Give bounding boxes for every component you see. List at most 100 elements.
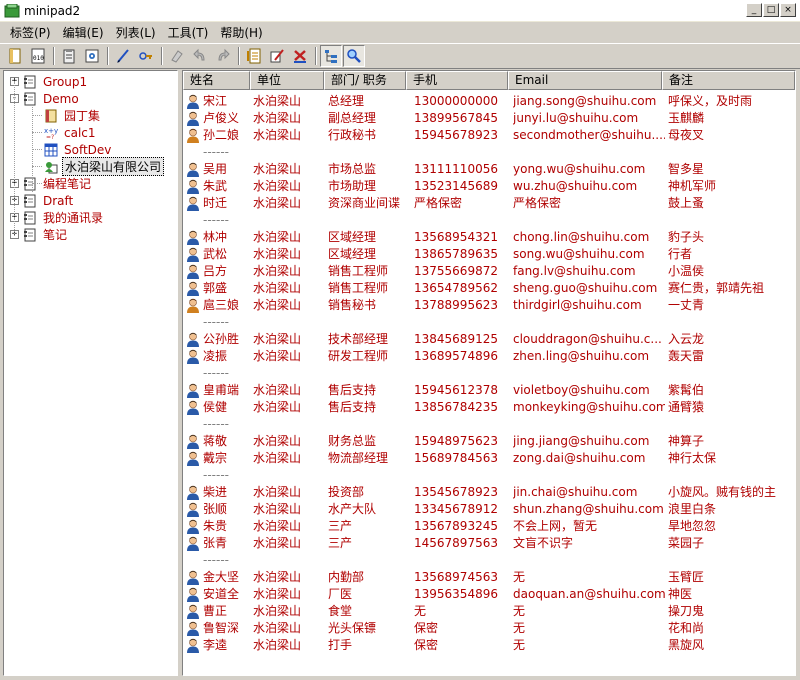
tree-node[interactable]: - Demo — [10, 90, 81, 107]
clipboard-button[interactable] — [58, 45, 80, 67]
table-row[interactable]: 皇甫端 水泊梁山 售后支持 15945612378 violetboy@shuihu.c… — [183, 382, 795, 399]
undo-button[interactable] — [189, 45, 211, 67]
table-row[interactable]: 曹正 水泊梁山 食堂 无 无 操刀鬼 — [183, 603, 795, 620]
tree-node[interactable]: 水泊梁山有限公司 — [44, 157, 165, 176]
pen-button[interactable] — [112, 45, 134, 67]
tree-node[interactable]: x+y =? calc1 — [44, 124, 98, 141]
table-row[interactable]: 鲁智深 水泊梁山 光头保镖 保密 无 花和尚 — [183, 620, 795, 637]
search-button[interactable] — [343, 45, 365, 67]
table-row[interactable]: 凌振 水泊梁山 研发工程师 13689574896 zhen.ling@shuihu.c… — [183, 348, 795, 365]
cell-note: 神行太保 — [668, 451, 717, 465]
cell-name: 张青 — [203, 536, 228, 550]
cell-email: 无 — [513, 638, 526, 652]
separator-text: ------ — [203, 417, 229, 431]
tree-node[interactable]: 园丁集 — [44, 107, 102, 124]
properties-button[interactable]: 010 — [27, 45, 49, 67]
settings-button[interactable] — [81, 45, 103, 67]
separator-text: ------ — [203, 366, 229, 380]
tree-node[interactable]: + 笔记 — [10, 226, 69, 243]
cell-dept: 总经理 — [328, 94, 365, 108]
column-header-email[interactable]: Email — [508, 71, 662, 90]
cell-dept: 市场总监 — [328, 162, 377, 176]
menu-tags[interactable]: 标签(P) — [4, 24, 57, 41]
cell-name: 郭盛 — [203, 281, 228, 295]
cell-email: 无 — [513, 621, 526, 635]
table-row[interactable]: 林冲 水泊梁山 区域经理 13568954321 chong.lin@shuihu.co… — [183, 229, 795, 246]
column-header-phone[interactable]: 手机 — [406, 71, 508, 90]
table-row[interactable]: 柴进 水泊梁山 投资部 13545678923 jin.chai@shuihu.com 小… — [183, 484, 795, 501]
tree-view-button[interactable] — [320, 45, 342, 67]
tree-node[interactable]: SoftDev — [44, 141, 113, 158]
cell-name: 柴进 — [203, 485, 228, 499]
cell-unit: 水泊梁山 — [253, 332, 302, 346]
column-header-unit[interactable]: 单位 — [250, 71, 324, 90]
table-row[interactable]: 时迁 水泊梁山 资深商业间谍 严格保密 严格保密 鼓上蚤 — [183, 195, 795, 212]
cell-phone: 13523145689 — [414, 179, 498, 193]
table-row[interactable]: 郭盛 水泊梁山 销售工程师 13654789562 sheng.guo@shuihu.c… — [183, 280, 795, 297]
edit-button[interactable] — [266, 45, 288, 67]
table-row[interactable]: 戴宗 水泊梁山 物流部经理 15689784563 zong.dai@shuihu.co… — [183, 450, 795, 467]
tree-node-label: 水泊梁山有限公司 — [62, 157, 165, 176]
table-row[interactable]: 宋江 水泊梁山 总经理 13000000000 jiang.song@shuihu.co… — [183, 93, 795, 110]
toolbar-separator — [107, 47, 109, 65]
cell-unit: 水泊梁山 — [253, 638, 302, 652]
table-row[interactable]: 公孙胜 水泊梁山 技术部经理 13845689125 clouddragon@shuih… — [183, 331, 795, 348]
minimize-button[interactable]: _ — [746, 3, 762, 17]
tree-node[interactable]: + Draft — [10, 192, 75, 209]
table-row[interactable]: 扈三娘 水泊梁山 销售秘书 13788995623 thirdgirl@shuihu.c… — [183, 297, 795, 314]
cell-phone: 14567897563 — [414, 536, 498, 550]
table-row[interactable]: 吴用 水泊梁山 市场总监 13111110056 yong.wu@shuihu.com 智… — [183, 161, 795, 178]
new-button[interactable] — [4, 45, 26, 67]
table-row[interactable]: 朱贵 水泊梁山 三产 13567893245 不会上网，暂无 旱地忽忽 — [183, 518, 795, 535]
tree-node[interactable]: + Group1 — [10, 73, 89, 90]
table-row[interactable]: 蒋敬 水泊梁山 财务总监 15948975623 jing.jiang@shuihu.c… — [183, 433, 795, 450]
cell-email: song.wu@shuihu.com — [513, 247, 645, 261]
column-header-note[interactable]: 备注 — [662, 71, 795, 90]
menu-list[interactable]: 列表(L) — [110, 24, 162, 41]
table-row[interactable]: 吕方 水泊梁山 销售工程师 13755669872 fang.lv@shuihu.com… — [183, 263, 795, 280]
menu-edit[interactable]: 编辑(E) — [57, 24, 110, 41]
separator-text: ------ — [203, 315, 229, 329]
table-row[interactable]: 朱武 水泊梁山 市场助理 13523145689 wu.zhu@shuihu.com 神机… — [183, 178, 795, 195]
list-button[interactable] — [243, 45, 265, 67]
maximize-button[interactable]: □ — [763, 3, 779, 17]
table-row[interactable]: 张顺 水泊梁山 水产大队 13345678912 shun.zhang@shuihu.c… — [183, 501, 795, 518]
menu-tools[interactable]: 工具(T) — [162, 24, 215, 41]
table-row[interactable]: 武松 水泊梁山 区域经理 13865789635 song.wu@shuihu.com 行… — [183, 246, 795, 263]
cell-phone: 13689574896 — [414, 349, 498, 363]
cell-name: 李逵 — [203, 638, 228, 652]
contact-list[interactable]: 姓名 单位 部门/ 职务 手机 Email 备注 宋江 水泊梁山 总经理 130000… — [182, 70, 796, 676]
table-row[interactable]: 张青 水泊梁山 三产 14567897563 文盲不识字 菜园子 — [183, 535, 795, 552]
table-row[interactable]: 侯健 水泊梁山 售后支持 13856784235 monkeyking@shuihu.c… — [183, 399, 795, 416]
male-contact-icon — [186, 451, 200, 466]
eraser-button[interactable] — [166, 45, 188, 67]
male-contact-icon — [186, 281, 200, 296]
column-header-dept[interactable]: 部门/ 职务 — [324, 71, 406, 90]
menu-help[interactable]: 帮助(H) — [214, 24, 268, 41]
redo-button[interactable] — [212, 45, 234, 67]
tree-node[interactable]: + 编程笔记 — [10, 175, 93, 192]
male-contact-icon — [186, 264, 200, 279]
cell-unit: 水泊梁山 — [253, 434, 302, 448]
tree-node[interactable]: + 我的通讯录 — [10, 209, 105, 226]
delete-button[interactable] — [289, 45, 311, 67]
eraser-icon — [171, 50, 183, 63]
cell-dept: 财务总监 — [328, 434, 377, 448]
close-button[interactable]: × — [780, 3, 796, 17]
link-button[interactable] — [135, 45, 157, 67]
table-row[interactable]: 孙二娘 水泊梁山 行政秘书 15945678923 secondmother@shuih… — [183, 127, 795, 144]
cell-note: 鼓上蚤 — [668, 196, 705, 210]
cell-phone: 13568974563 — [414, 570, 498, 584]
cell-note: 菜园子 — [668, 536, 705, 550]
separator-text: ------ — [203, 553, 229, 567]
cell-unit: 水泊梁山 — [253, 400, 302, 414]
tree-pane[interactable]: + Group1- Demo 园丁集 x+y =? calc1 SoftDev 水泊梁山有限公司… — [3, 70, 178, 676]
table-row[interactable]: 安道全 水泊梁山 厂医 13956354896 daoquan.an@shuihu.co… — [183, 586, 795, 603]
column-header-name[interactable]: 姓名 — [183, 71, 250, 90]
table-row[interactable]: 李逵 水泊梁山 打手 保密 无 黑旋风 — [183, 637, 795, 654]
male-contact-icon — [186, 349, 200, 364]
table-row[interactable]: 金大坚 水泊梁山 内勤部 13568974563 无 玉臂匠 — [183, 569, 795, 586]
cell-name: 朱武 — [203, 179, 228, 193]
cell-note: 母夜叉 — [668, 128, 705, 142]
table-row[interactable]: 卢俊义 水泊梁山 副总经理 13899567845 junyi.lu@shuihu.co… — [183, 110, 795, 127]
